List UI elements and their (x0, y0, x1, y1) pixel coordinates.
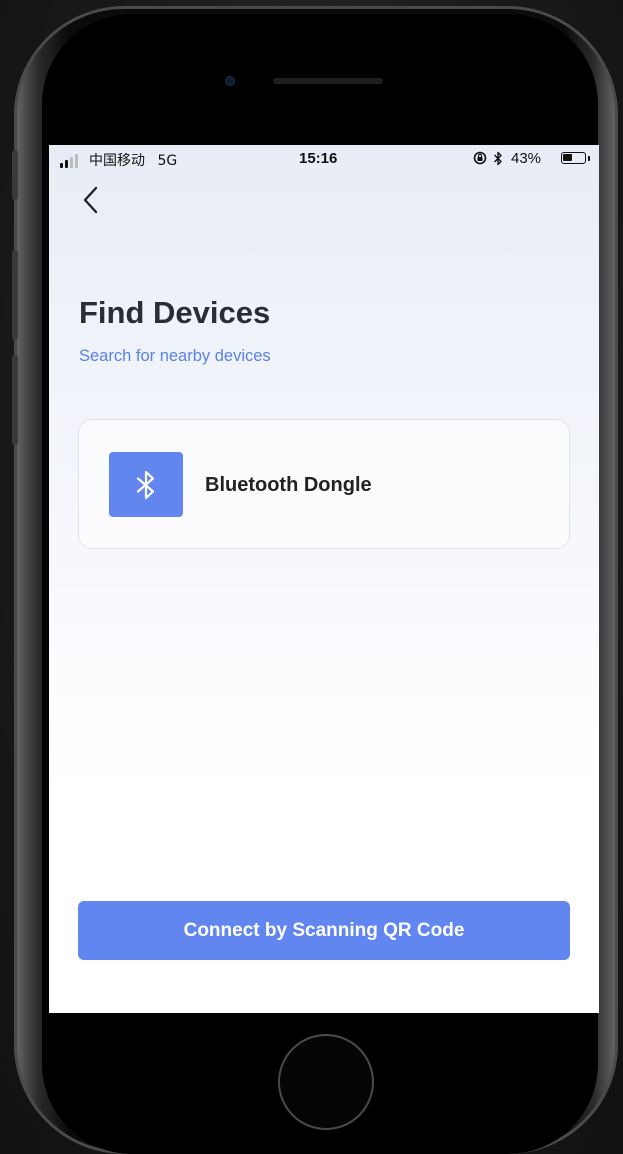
bluetooth-icon (136, 470, 155, 500)
bluetooth-status-icon (494, 151, 502, 166)
battery-fill (563, 154, 572, 161)
page-subtitle: Search for nearby devices (79, 347, 271, 365)
carrier-label: 中国移动 5G (89, 150, 177, 170)
volume-down-button (12, 355, 18, 445)
network-type: 5G (157, 153, 178, 169)
status-right-group: 43% (473, 149, 595, 169)
status-time: 15:16 (299, 150, 338, 167)
carrier-name: 中国移动 (89, 153, 145, 169)
volume-up-button (12, 250, 18, 340)
front-camera (225, 76, 235, 86)
device-label: Bluetooth Dongle (205, 474, 372, 496)
orientation-lock-icon (473, 151, 487, 165)
earpiece-speaker (273, 78, 383, 84)
device-card-bluetooth-dongle[interactable]: Bluetooth Dongle (78, 419, 570, 549)
page-title: Find Devices (79, 295, 271, 330)
status-bar: 中国移动 5G 15:16 43% (49, 145, 599, 173)
battery-cap (588, 156, 590, 161)
app-screen: 中国移动 5G 15:16 43% Find Devices Search fo… (49, 145, 599, 1013)
device-icon-tile (109, 452, 183, 517)
battery-percent: 43% (511, 150, 542, 167)
signal-icon (60, 154, 80, 168)
chevron-left-icon (83, 186, 98, 214)
battery-icon (561, 152, 586, 164)
back-button[interactable] (79, 183, 105, 217)
mute-switch (12, 150, 18, 200)
home-button[interactable] (278, 1034, 374, 1130)
connect-by-qr-button[interactable]: Connect by Scanning QR Code (78, 901, 570, 960)
